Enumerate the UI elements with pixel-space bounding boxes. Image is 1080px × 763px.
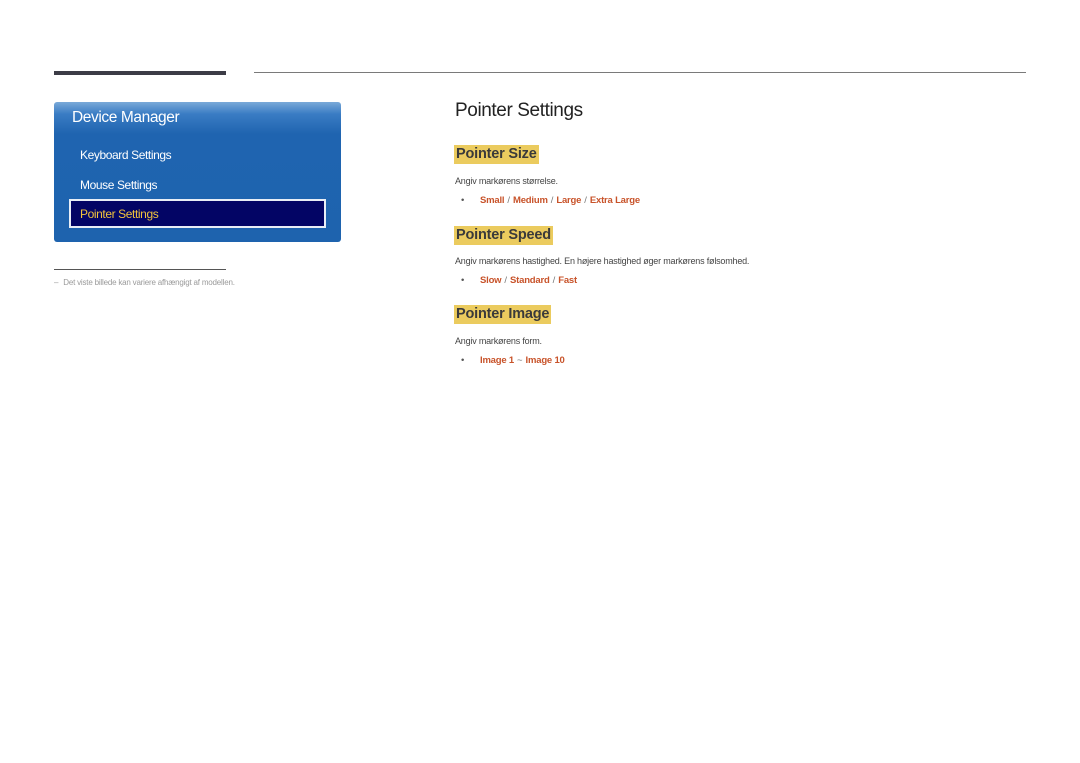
section-heading-pointer-image: Pointer Image (454, 305, 552, 324)
option-image-first: Image 1 (480, 355, 514, 366)
option-medium: Medium (513, 195, 548, 206)
option-image-last: Image 10 (525, 355, 565, 366)
separator: / (552, 275, 556, 286)
bullet-icon: • (461, 355, 465, 366)
menu-item-mouse-settings[interactable]: Mouse Settings (80, 178, 158, 192)
option-standard: Standard (510, 275, 550, 286)
footnote-dash: ‒ (54, 278, 59, 287)
section-description-pointer-size: Angiv markørens størrelse. (455, 176, 558, 186)
option-slow: Slow (480, 275, 502, 286)
option-list-pointer-speed: • Slow / Standard / Fast (461, 275, 577, 286)
menu-item-keyboard-settings[interactable]: Keyboard Settings (80, 148, 172, 162)
footnote-divider (54, 269, 226, 270)
device-manager-panel: Device Manager Keyboard Settings Mouse S… (54, 102, 341, 242)
separator: ~ (516, 355, 523, 366)
section-heading-pointer-speed: Pointer Speed (454, 226, 553, 245)
option-small: Small (480, 195, 505, 206)
page-title: Pointer Settings (455, 100, 583, 121)
menu-item-pointer-settings[interactable]: Pointer Settings (69, 199, 326, 228)
separator: / (550, 195, 554, 206)
option-list-pointer-image: • Image 1 ~ Image 10 (461, 355, 565, 366)
header-rule-thick (54, 71, 226, 75)
separator: / (507, 195, 510, 206)
option-fast: Fast (558, 275, 577, 286)
separator: / (504, 275, 508, 286)
footnote: ‒ Det viste billede kan variere afhængigt… (54, 278, 235, 287)
footnote-text: Det viste billede kan variere afhængigt … (63, 278, 235, 287)
bullet-icon: • (461, 195, 465, 206)
panel-title: Device Manager (72, 109, 180, 126)
option-extra-large: Extra Large (589, 195, 640, 206)
separator: / (584, 195, 587, 206)
section-heading-pointer-size: Pointer Size (454, 145, 539, 164)
header-rule-thin (254, 72, 1026, 73)
menu-item-label: Pointer Settings (80, 207, 159, 221)
option-large: Large (556, 195, 582, 206)
section-description-pointer-speed: Angiv markørens hastighed. En højere has… (455, 256, 750, 266)
bullet-icon: • (461, 275, 465, 286)
section-description-pointer-image: Angiv markørens form. (455, 336, 542, 346)
option-list-pointer-size: • Small / Medium / Large / Extra Large (461, 195, 640, 206)
